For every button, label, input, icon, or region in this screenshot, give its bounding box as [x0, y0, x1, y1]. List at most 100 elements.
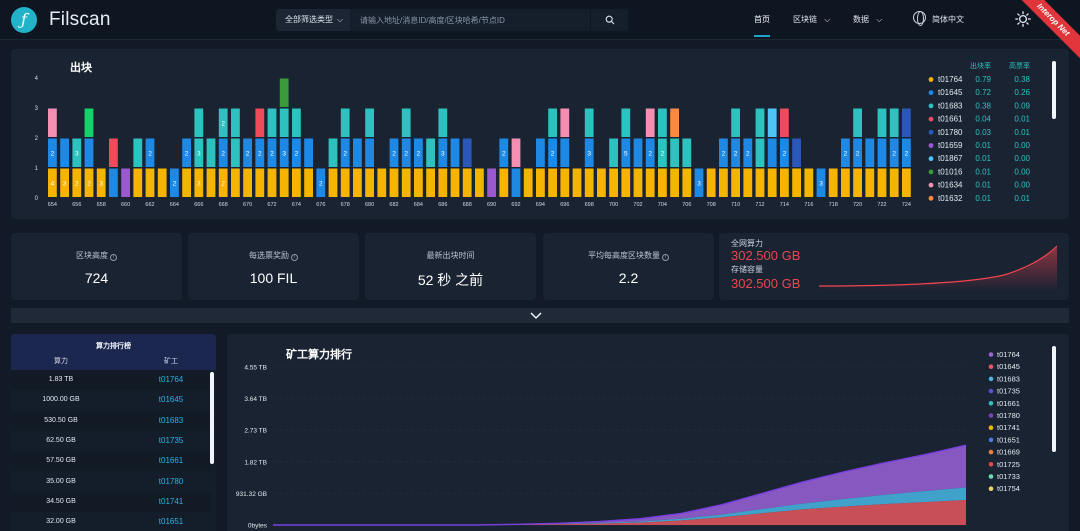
- legend-win-rate: 0.01: [1014, 128, 1030, 137]
- row-power: 62.50 GB: [46, 436, 76, 444]
- legend-rate: 0.01: [975, 154, 991, 163]
- bar-segment: [109, 138, 118, 167]
- stat-card-height: 区块高度 i 724: [11, 233, 182, 300]
- nav-data-label: 数据: [853, 15, 869, 24]
- legend-miner: t01669: [997, 448, 1020, 457]
- info-icon[interactable]: i: [110, 254, 117, 261]
- legend-dot: [928, 116, 934, 122]
- theme-toggle-sun-icon[interactable]: [1015, 11, 1031, 27]
- row-miner-link[interactable]: t01735: [141, 436, 201, 445]
- row-miner-link[interactable]: t01780: [141, 477, 201, 486]
- x-tick-label: 700: [609, 202, 618, 208]
- legend-miner: t01661: [938, 115, 963, 124]
- bar-segment: [292, 168, 301, 197]
- miner-power-panel: 矿工算力排行 4.55 TB 3.64 TB 2.73 TB 1.82 TB 931.3…: [227, 334, 1069, 531]
- row-miner-link[interactable]: t01645: [141, 395, 201, 404]
- table-row[interactable]: 32.00 GB t01651: [11, 512, 211, 531]
- row-miner-link[interactable]: t01651: [141, 517, 201, 526]
- x-tick-label: 676: [316, 202, 325, 208]
- bar-segment: [645, 108, 655, 137]
- x-tick-label: 672: [267, 202, 276, 208]
- search-button[interactable]: [590, 9, 628, 31]
- stat-label-wrap: 区块高度 i: [11, 250, 182, 261]
- x-tick-label: 722: [877, 202, 886, 208]
- search-input[interactable]: [350, 9, 590, 31]
- bar-label: 2: [404, 150, 408, 157]
- bar-label: 2: [319, 180, 323, 187]
- bar-segment: [902, 108, 911, 137]
- network-power-card: 全网算力 302.500 GB 存储容量 302.500 GB: [719, 233, 1069, 300]
- bar-segment: [548, 108, 557, 137]
- bar-segment: [706, 168, 716, 197]
- legend-miner: t01634: [938, 181, 963, 190]
- bar-label: 2: [185, 150, 189, 157]
- bar-segment: [865, 168, 875, 197]
- row-miner-link[interactable]: t01661: [141, 456, 201, 465]
- legend-rate: 0.03: [975, 128, 991, 137]
- legend-scrollbar[interactable]: [1052, 61, 1056, 119]
- bar-label: 2: [246, 150, 250, 157]
- globe-icon[interactable]: [913, 11, 926, 26]
- legend-dot: [928, 90, 934, 96]
- bar-segment: [304, 168, 313, 197]
- bar-label: 2: [51, 150, 55, 157]
- legend-miner: t01733: [997, 472, 1020, 481]
- nav-home[interactable]: 首页: [754, 14, 770, 37]
- table-row[interactable]: 1.83 TB t01764: [11, 370, 211, 390]
- top-nav: ƒ Filscan 全部筛选类型 ⌵ 首页 区块链 ⌵ 数据 ⌵ 简体中文 In…: [0, 0, 1080, 65]
- bar-label: 2: [343, 150, 347, 157]
- bar-segment: [670, 138, 679, 167]
- row-miner-link[interactable]: t01741: [141, 497, 201, 506]
- language-switch[interactable]: 简体中文: [932, 14, 964, 25]
- filecoin-logo-icon[interactable]: ƒ: [11, 7, 37, 33]
- ranking-scrollbar[interactable]: [210, 372, 214, 464]
- filter-type-dropdown[interactable]: 全部筛选类型 ⌵: [276, 9, 350, 31]
- bar-segment: [462, 138, 472, 167]
- bar-segment: [780, 168, 789, 197]
- x-tick-label: 688: [463, 202, 472, 208]
- legend-dot: [928, 129, 934, 135]
- bar-label: 2: [905, 150, 909, 157]
- nav-blockchain[interactable]: 区块链 ⌵: [793, 14, 830, 25]
- table-row[interactable]: 1000.00 GB t01645: [11, 390, 211, 410]
- bar-segment: [475, 168, 484, 197]
- bar-segment: [597, 168, 606, 197]
- bar-segment: [133, 138, 143, 167]
- legend-scrollbar[interactable]: [1052, 346, 1056, 452]
- legend-miner: t01683: [938, 101, 963, 110]
- chevron-down-icon[interactable]: [530, 309, 542, 321]
- legend-dot: [988, 486, 994, 491]
- row-miner-link[interactable]: t01683: [141, 416, 201, 425]
- nav-data[interactable]: 数据 ⌵: [853, 14, 882, 25]
- power-ranking-table: 算力排行榜 算力 矿工 1.83 TB t01764 1000.00 GB t0164…: [11, 334, 216, 531]
- storage-label: 存储容量: [731, 265, 763, 274]
- bar-segment: [889, 108, 899, 137]
- bar-segment: [755, 108, 765, 137]
- blocks-panel: 出块 4321042323232223322222232222223223522…: [11, 49, 1069, 219]
- bar-label: 2: [258, 150, 262, 157]
- table-row[interactable]: 35.00 GB t01780: [11, 472, 211, 492]
- bar-segment: [853, 108, 862, 137]
- x-tick-label: 684: [414, 202, 423, 208]
- table-row[interactable]: 62.50 GB t01735: [11, 431, 211, 451]
- table-row[interactable]: 34.50 GB t01741: [11, 491, 211, 512]
- logo-text[interactable]: Filscan: [49, 9, 111, 31]
- stat-label-wrap: 每选票奖励 i: [188, 250, 359, 261]
- table-row[interactable]: 57.50 GB t01661: [11, 451, 211, 472]
- legend-rate: 0.72: [975, 88, 991, 97]
- y-tick-label: 2.73 TB: [244, 428, 267, 435]
- stat-label: 平均每高度区块数量: [588, 251, 660, 260]
- x-tick-label: 714: [780, 202, 789, 208]
- power-sparkline: [819, 245, 1058, 291]
- bar-segment: [511, 138, 521, 167]
- x-tick-label: 682: [389, 202, 398, 208]
- table-row[interactable]: 530.50 GB t01683: [11, 410, 211, 431]
- legend-dot: [928, 143, 934, 148]
- bar-label: 2: [746, 150, 750, 157]
- info-icon[interactable]: i: [662, 254, 669, 261]
- bar-label: 5: [624, 150, 628, 157]
- row-miner-link[interactable]: t01764: [141, 375, 201, 384]
- row-power: 530.50 GB: [44, 416, 78, 424]
- bar-label: 4: [51, 180, 55, 187]
- info-icon[interactable]: i: [291, 254, 298, 261]
